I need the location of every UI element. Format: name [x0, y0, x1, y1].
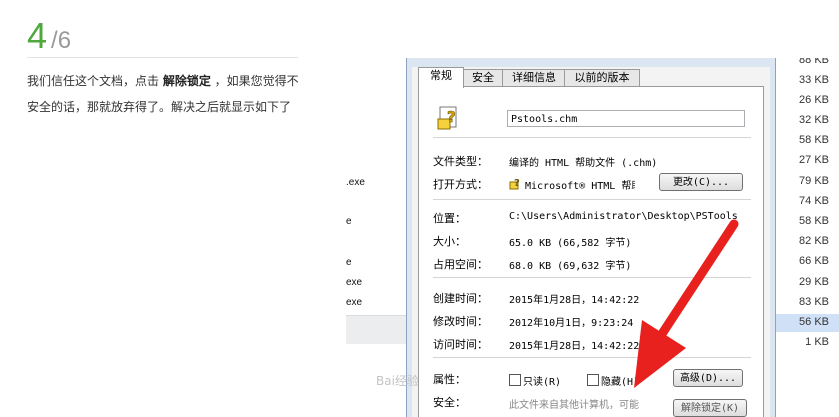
description-text-1: 我们信任这个文档，点击	[27, 74, 163, 88]
step-description: 我们信任这个文档，点击 解除锁定 ，如果您觉得不安全的话，那就放弃得了。解决之后…	[27, 68, 305, 120]
screenshot-image: .exe e e exe exe 常规 安全 详细信息 以前的版本 ? Psto…	[346, 58, 839, 417]
red-arrow-icon	[634, 219, 739, 388]
tab-general[interactable]: 常规	[418, 67, 464, 88]
watermark: Bai经验	[376, 374, 419, 388]
step-indicator: 4/6	[27, 16, 71, 56]
step-total: /6	[51, 27, 72, 54]
description-bold: 解除锁定	[162, 74, 211, 88]
step-number: 4	[27, 15, 48, 56]
divider	[27, 57, 298, 58]
